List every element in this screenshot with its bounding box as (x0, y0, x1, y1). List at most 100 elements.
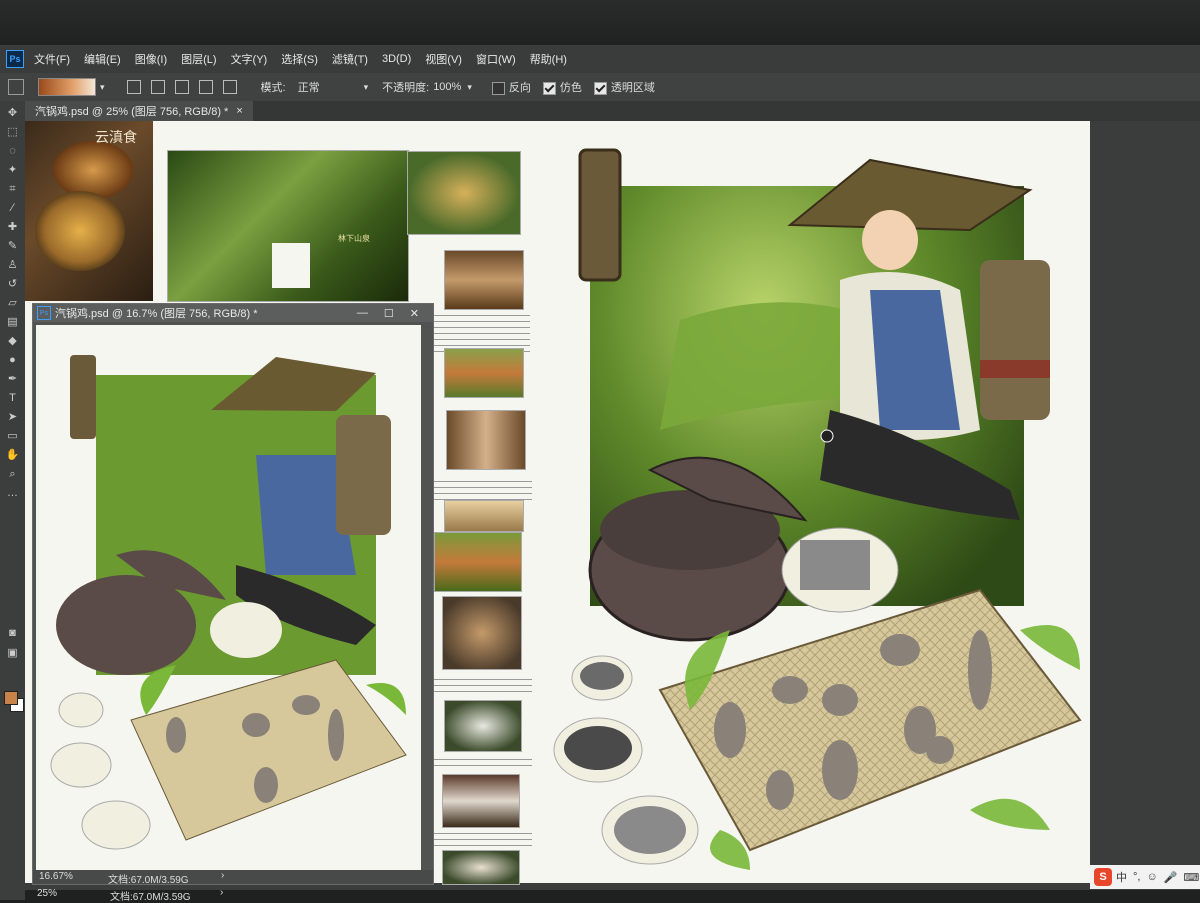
diamond-gradient-icon[interactable] (222, 80, 237, 94)
brush-tool-icon[interactable]: ✎ (5, 239, 20, 253)
crop-tool-icon[interactable]: ⌗ (5, 182, 20, 196)
type-tool-icon[interactable]: T (5, 391, 20, 405)
close-icon[interactable]: × (236, 105, 242, 117)
history-brush-tool-icon[interactable]: ↺ (5, 277, 20, 291)
linear-gradient-icon[interactable] (126, 80, 141, 94)
gradient-tool-icon[interactable] (8, 79, 24, 95)
dodge-tool-icon[interactable]: ● (5, 353, 20, 367)
dried-mushroom (580, 662, 624, 690)
illustration-thumbnail (50, 355, 407, 850)
reference-text-block (420, 312, 530, 352)
chevron-down-icon[interactable]: ▾ (364, 82, 369, 93)
chevron-right-icon[interactable]: › (220, 887, 223, 898)
radial-gradient-icon[interactable] (150, 80, 165, 94)
foreground-color-swatch[interactable] (4, 691, 18, 705)
reference-text-block (432, 676, 532, 696)
menu-3d[interactable]: 3D(D) (382, 53, 411, 65)
mode-select[interactable]: 正常 (298, 79, 364, 95)
ime-mode[interactable]: 中 (1116, 869, 1127, 885)
transparency-checkbox[interactable] (593, 81, 607, 95)
ps-small-icon: Ps (37, 306, 51, 320)
floating-doc-info: 文档:67.0M/3.59G (108, 875, 189, 886)
floating-document-window[interactable]: Ps 汽锅鸡.psd @ 16.7% (图层 756, RGB/8) * — ☐… (32, 303, 434, 886)
floating-canvas[interactable] (36, 325, 421, 870)
microphone-icon[interactable]: 🎤 (1164, 871, 1178, 884)
mushroom-reference-photo-10 (442, 850, 520, 885)
menu-view[interactable]: 视图(V) (425, 51, 462, 67)
chevron-down-icon[interactable]: ▾ (100, 82, 105, 93)
menu-window[interactable]: 窗口(W) (476, 51, 516, 67)
menu-help[interactable]: 帮助(H) (530, 51, 567, 67)
back-basket (980, 260, 1050, 420)
menu-filter[interactable]: 滤镜(T) (332, 51, 368, 67)
floating-window-status-bar: 16.67% 文档:67.0M/3.59G › (33, 870, 433, 886)
chevron-down-icon[interactable]: ▾ (467, 82, 472, 93)
clone-stamp-tool-icon[interactable]: ♙ (5, 258, 20, 272)
document-tab-bar: 汽锅鸡.psd @ 25% (图层 756, RGB/8) * × (25, 101, 1200, 121)
transparency-option[interactable]: 透明区域 (593, 79, 655, 95)
magic-wand-tool-icon[interactable]: ✦ (5, 163, 20, 177)
eyedropper-tool-icon[interactable]: ∕ (5, 201, 20, 215)
chevron-right-icon[interactable]: › (221, 870, 224, 881)
gradient-picker[interactable] (38, 78, 96, 96)
move-tool-icon[interactable]: ✥ (5, 106, 20, 120)
angle-gradient-icon[interactable] (174, 80, 189, 94)
keyboard-icon[interactable]: ⌨ (1183, 871, 1199, 884)
rectangle-tool-icon[interactable]: ▭ (5, 429, 20, 443)
mushroom-reference-photo-6 (434, 532, 522, 592)
menu-image[interactable]: 图像(I) (135, 51, 167, 67)
ime-toolbar: S 中 °, ☺ 🎤 ⌨ (1090, 865, 1200, 889)
screen-mode-icon[interactable]: ▣ (5, 646, 20, 660)
options-bar: ▾ 模式: 正常 ▾ 不透明度: 100% ▾ 反向 仿色 透明区域 (0, 73, 1200, 101)
character-face (862, 210, 918, 270)
menu-type[interactable]: 文字(Y) (231, 51, 268, 67)
reflected-gradient-icon[interactable] (198, 80, 213, 94)
healing-brush-tool-icon[interactable]: ✚ (5, 220, 20, 234)
reference-food-photo: 云滇食 (25, 121, 153, 301)
mushroom-reference-photo-2 (444, 250, 524, 310)
eraser-tool-icon[interactable]: ▱ (5, 296, 20, 310)
mushroom-reference-photo-1 (407, 151, 521, 235)
blur-tool-icon[interactable]: ◆ (5, 334, 20, 348)
floating-zoom[interactable]: 16.67% (39, 871, 73, 882)
maximize-icon[interactable]: ☐ (384, 307, 394, 320)
floating-window-titlebar[interactable]: Ps 汽锅鸡.psd @ 16.7% (图层 756, RGB/8) * — ☐… (33, 304, 433, 322)
thumb-plate-3 (81, 800, 151, 850)
more-tools-icon[interactable]: … (5, 486, 20, 500)
path-selection-tool-icon[interactable]: ➤ (5, 410, 20, 424)
close-icon[interactable]: ✕ (410, 307, 419, 320)
marquee-tool-icon[interactable]: ⬚ (5, 125, 20, 139)
reverse-checkbox[interactable] (491, 81, 505, 95)
document-tab[interactable]: 汽锅鸡.psd @ 25% (图层 756, RGB/8) * × (25, 101, 253, 121)
lasso-tool-icon[interactable]: ◌ (5, 144, 20, 158)
mushroom-reference-photo-7 (442, 596, 522, 670)
reverse-option[interactable]: 反向 (491, 79, 531, 95)
main-zoom[interactable]: 25% (37, 888, 57, 899)
cursor-icon (820, 429, 834, 443)
dither-label: 仿色 (559, 82, 582, 94)
pen-tool-icon[interactable]: ✒ (5, 372, 20, 386)
punctuation-icon[interactable]: °, (1133, 871, 1140, 883)
menu-file[interactable]: 文件(F) (34, 51, 70, 67)
emoji-icon[interactable]: ☺ (1146, 871, 1157, 883)
reverse-label: 反向 (508, 82, 531, 94)
menu-edit[interactable]: 编辑(E) (84, 51, 121, 67)
opacity-input[interactable]: 100% (433, 81, 461, 93)
minimize-icon[interactable]: — (357, 307, 368, 319)
zoom-tool-icon[interactable]: ⌕ (5, 467, 20, 481)
dither-option[interactable]: 仿色 (542, 79, 582, 95)
menu-select[interactable]: 选择(S) (281, 51, 318, 67)
thumb-plate (210, 602, 282, 658)
photo-caption: 林下山泉 (338, 234, 370, 243)
thumb-pot (56, 575, 196, 675)
mushroom-reference-photo-3 (444, 348, 524, 398)
gradient-tool-icon[interactable]: ▤ (5, 315, 20, 329)
thumb-plate-2 (50, 742, 112, 788)
menu-layer[interactable]: 图层(L) (181, 51, 216, 67)
hand-tool-icon[interactable]: ✋ (5, 448, 20, 462)
main-doc-info: 文档:67.0M/3.59G (110, 892, 191, 903)
reference-text-block (432, 830, 532, 846)
quick-mask-icon[interactable]: ◙ (5, 626, 20, 640)
dither-checkbox[interactable] (542, 81, 556, 95)
sogou-input-icon[interactable]: S (1094, 868, 1112, 886)
